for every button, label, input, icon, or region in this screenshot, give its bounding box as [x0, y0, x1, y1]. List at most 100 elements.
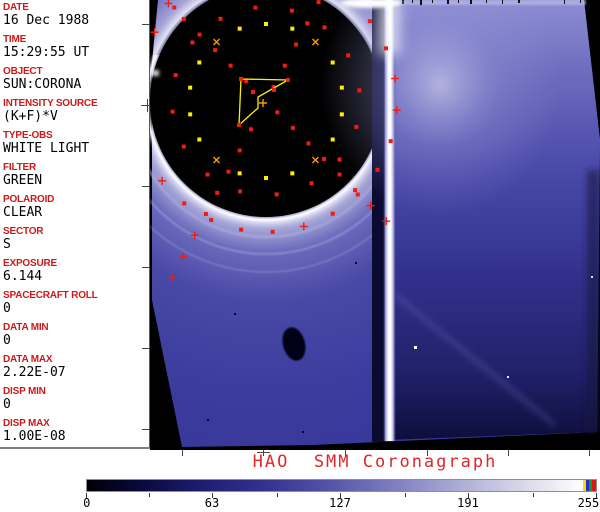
field-value: 1.00E-08 — [3, 429, 66, 444]
field-intensity-source: INTENSITY SOURCE (K+F)*V — [3, 98, 147, 124]
fiducial-dot — [226, 169, 231, 174]
plot-title: HAO SMM Coronagraph — [252, 452, 498, 472]
fiducial-dot — [238, 189, 243, 194]
fiducial-dot — [170, 109, 175, 114]
field-data-min: DATA MIN 0 — [3, 322, 147, 348]
fiducial-dot — [305, 21, 310, 26]
fiducial-dot — [182, 201, 187, 206]
fiducial-dot — [289, 8, 294, 13]
colorbar-minor-tick — [533, 493, 534, 497]
colorbar-end-stripe — [589, 480, 592, 491]
fiducial-dot — [237, 26, 242, 31]
field-label: POLAROID — [3, 194, 55, 205]
fiducial-dot — [316, 0, 321, 5]
streak-top-glow — [378, 0, 400, 55]
field-value: WHITE LIGHT — [3, 141, 90, 156]
field-label: SPACECRAFT ROLL — [3, 290, 98, 301]
fiducial-dot — [321, 156, 326, 161]
fiducial-dot — [357, 88, 362, 93]
fiducial-dot — [188, 112, 193, 117]
field-label: OBJECT — [3, 66, 43, 77]
field-value: (K+F)*V — [3, 109, 58, 124]
coronagraph-viewer: DATE 16 Dec 1988 TIME 15:29:55 UT OBJECT SUN:… — [0, 0, 600, 512]
field-sector: SECTOR S — [3, 226, 147, 252]
fiducial-dot — [197, 137, 202, 142]
colorbar-tick-label: 127 — [329, 496, 351, 510]
colorbar-minor-tick — [405, 493, 406, 497]
field-disp-min: DISP MIN 0 — [3, 386, 147, 412]
field-spacecraft-roll: SPACECRAFT ROLL 0 — [3, 290, 147, 316]
colorbar-end-stripe — [586, 480, 589, 491]
fiducial-dot — [383, 46, 388, 51]
field-label: DATE — [3, 2, 29, 13]
fiducial-dot — [188, 85, 193, 90]
fiducial-dot — [294, 42, 299, 47]
fiducial-dot — [251, 90, 255, 94]
fiducial-dot — [237, 171, 242, 176]
fiducial-dot — [181, 16, 186, 21]
fiducial-dot — [353, 188, 358, 193]
fiducial-dot — [244, 79, 249, 84]
fiducial-dot — [337, 172, 342, 177]
fiducial-dot — [270, 229, 275, 234]
field-date: DATE 16 Dec 1988 — [3, 2, 147, 28]
field-label: EXPOSURE — [3, 258, 57, 269]
fiducial-dot — [274, 192, 279, 197]
field-label: FILTER — [3, 162, 37, 173]
fiducial-dot — [306, 141, 311, 146]
colorbar-tick-label: 0 — [83, 496, 91, 510]
fiducial-dot — [205, 172, 210, 177]
fiducial-dot — [330, 60, 335, 65]
field-exposure: EXPOSURE 6.144 — [3, 258, 147, 284]
fiducial-dot — [367, 19, 372, 24]
field-object: OBJECT SUN:CORONA — [3, 66, 147, 92]
colorbar-end-stripe — [583, 480, 586, 491]
fiducial-dot — [172, 5, 177, 10]
metadata-sidebar: DATE 16 Dec 1988 TIME 15:29:55 UT OBJECT SUN:… — [0, 0, 148, 448]
colorbar-minor-tick — [149, 493, 150, 497]
field-value: 15:29:55 UT — [3, 45, 90, 60]
fiducial-dot — [264, 22, 268, 26]
fiducial-dot — [346, 53, 351, 58]
fiducial-dot — [253, 5, 258, 10]
fiducial-dot — [237, 123, 241, 127]
fiducial-dot — [330, 211, 335, 216]
colorbar-tick-label: 255 — [577, 496, 600, 510]
fiducial-dot — [215, 190, 220, 195]
fiducial-dot — [290, 171, 295, 176]
colorbar — [86, 479, 597, 492]
fiducial-dot — [275, 110, 280, 115]
fiducial-dot — [375, 167, 380, 172]
field-value: CLEAR — [3, 205, 43, 220]
fiducial-dot — [272, 88, 276, 92]
left-edge-flare — [152, 70, 159, 76]
fiducial-dot — [239, 227, 244, 232]
right-edge-shadow — [587, 170, 600, 432]
field-type-obs: TYPE-OBS WHITE LIGHT — [3, 130, 147, 156]
colorbar-end-stripe — [592, 480, 596, 491]
field-value: 0 — [3, 397, 11, 412]
fiducial-dot — [282, 63, 287, 68]
fiducial-dot — [290, 26, 295, 31]
fiducial-dot — [239, 77, 243, 81]
fiducial-dot — [264, 176, 268, 180]
fiducial-dot — [248, 127, 253, 132]
fiducial-dot — [197, 32, 202, 37]
colorbar-tick-label: 63 — [204, 496, 220, 510]
fiducial-dot — [228, 63, 233, 68]
fiducial-dot — [337, 157, 342, 162]
fiducial-dot — [237, 148, 242, 153]
field-value: 16 Dec 1988 — [3, 13, 90, 28]
fiducial-dot — [290, 125, 295, 130]
fiducial-dot — [209, 217, 214, 222]
field-time: TIME 15:29:55 UT — [3, 34, 147, 60]
field-value: 0 — [3, 301, 11, 316]
fiducial-dot — [354, 124, 359, 129]
bright-vertical-streak — [383, 0, 396, 441]
field-value: GREEN — [3, 173, 43, 188]
fiducial-dot — [388, 139, 393, 144]
field-filter: FILTER GREEN — [3, 162, 147, 188]
field-value: S — [3, 237, 11, 252]
field-label: TIME — [3, 34, 27, 45]
field-disp-max: DISP MAX 1.00E-08 — [3, 418, 147, 444]
